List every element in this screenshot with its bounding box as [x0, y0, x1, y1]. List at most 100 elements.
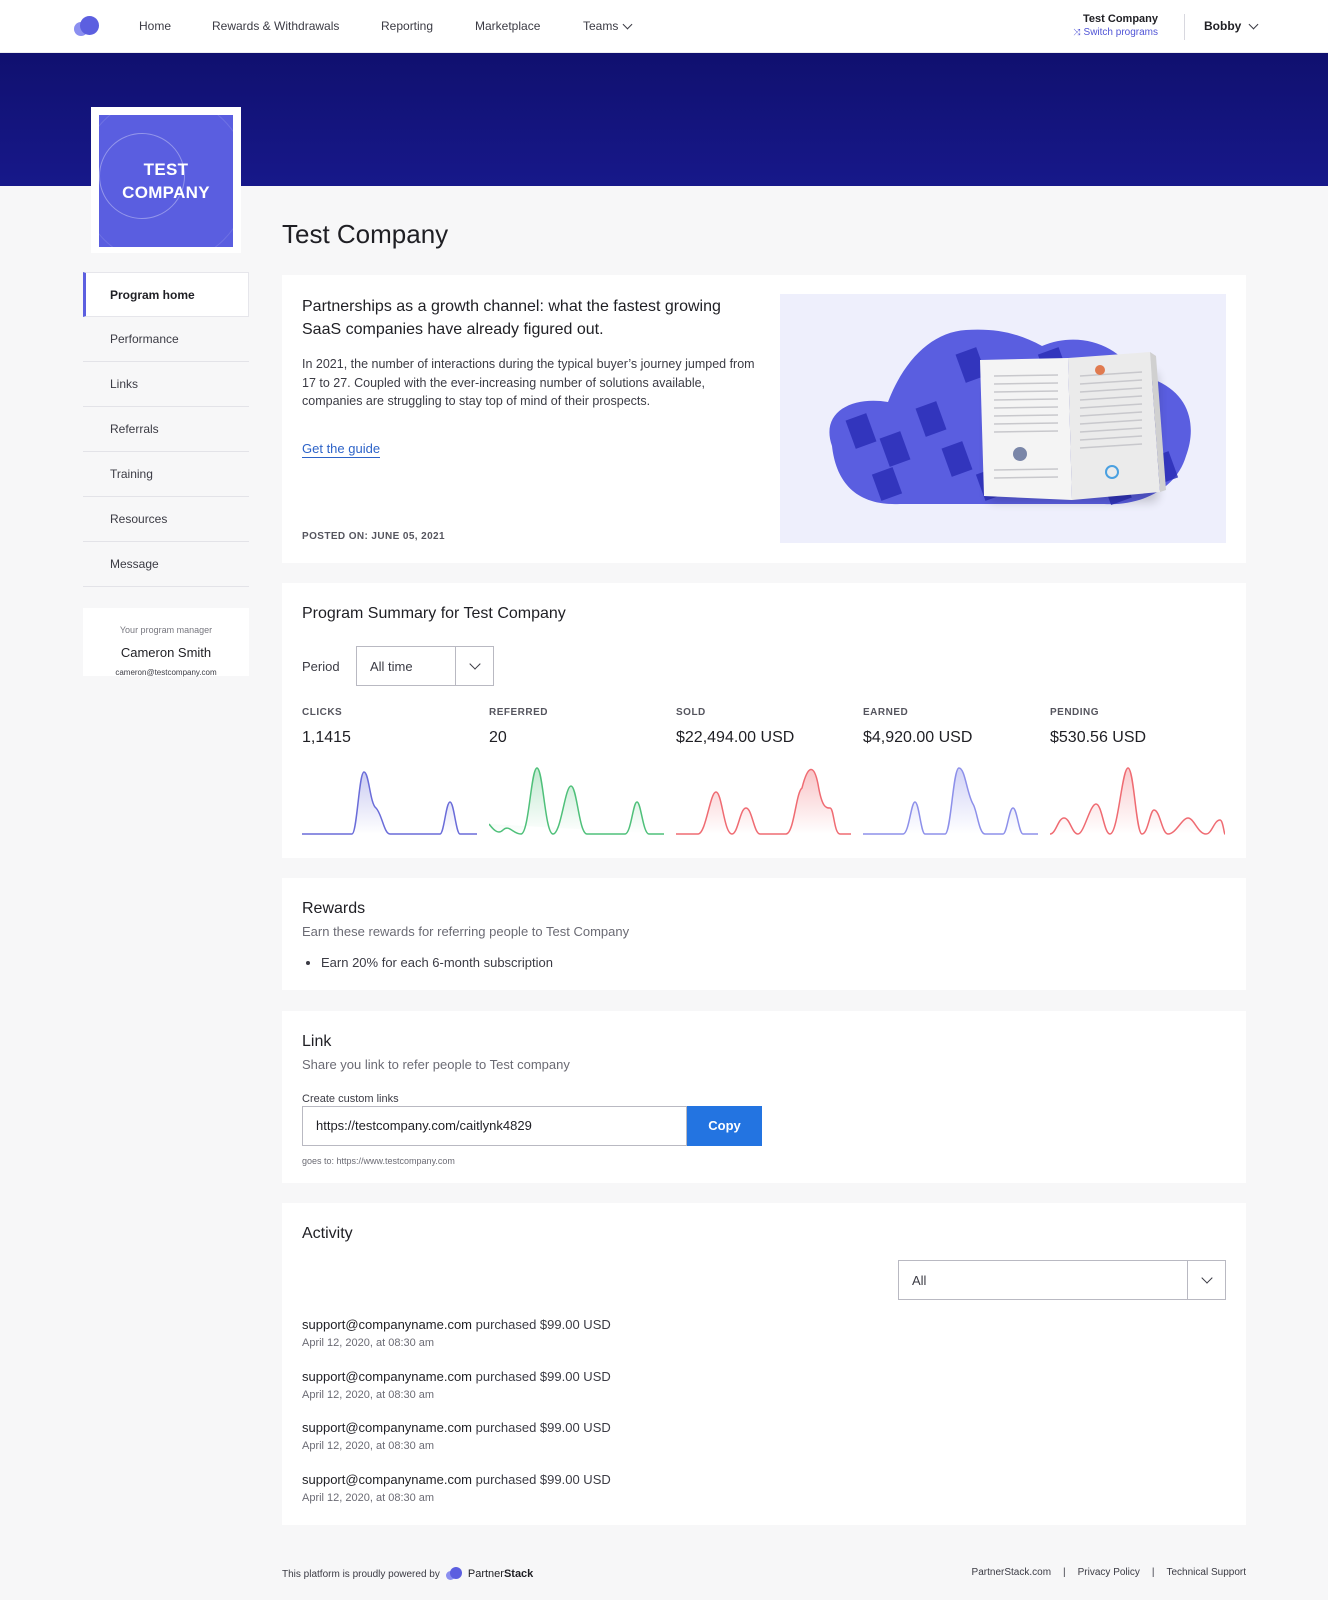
chevron-down-icon	[468, 658, 481, 670]
program-logo: TEST COMPANY	[99, 115, 233, 247]
guide-illustration	[780, 294, 1226, 543]
activity-timestamp: April 12, 2020, at 08:30 am	[302, 1492, 435, 1504]
referral-link-input[interactable]: https://testcompany.com/caitlynk4829	[302, 1106, 687, 1146]
rewards-list: Earn 20% for each 6-month subscription	[321, 955, 553, 970]
nav-teams-label: Teams	[583, 19, 619, 33]
partnerstack-logo-icon	[445, 1567, 462, 1581]
link-subtitle: Share you link to refer people to Test c…	[302, 1057, 570, 1072]
stat-value: $22,494.00 USD	[676, 729, 795, 746]
activity-user: support@companyname.com	[302, 1369, 472, 1384]
period-dropdown-button[interactable]	[455, 647, 493, 685]
nav-reporting[interactable]: Reporting	[381, 19, 433, 33]
stat-referred: REFERRED 20	[489, 707, 664, 747]
logo-text-line2: COMPANY	[122, 183, 210, 202]
stat-value: 20	[489, 729, 507, 746]
divider: |	[1063, 1567, 1066, 1578]
activity-filter-dropdown-button[interactable]	[1187, 1261, 1225, 1299]
divider: |	[1151, 1567, 1155, 1578]
stat-label: REFERRED	[489, 707, 549, 718]
nav-teams[interactable]: Teams	[583, 19, 633, 33]
activity-filter-select[interactable]: All	[898, 1260, 1226, 1300]
link-card: Link Share you link to refer people to T…	[282, 1011, 1246, 1183]
get-guide-link[interactable]: Get the guide	[302, 441, 381, 458]
activity-filter-value: All	[912, 1272, 927, 1288]
sidebar-item-message[interactable]: Message	[83, 542, 249, 587]
activity-user: support@companyname.com	[302, 1317, 472, 1332]
activity-timestamp: April 12, 2020, at 08:30 am	[302, 1389, 435, 1401]
sidebar-item-resources[interactable]: Resources	[83, 497, 249, 542]
manager-email[interactable]: cameron@testcompany.com	[83, 668, 249, 677]
program-summary-card: Program Summary for Test Company Period …	[282, 583, 1246, 858]
clicks-sparkline	[302, 771, 477, 835]
sidebar-item-training[interactable]: Training	[83, 452, 249, 497]
activity-card: Activity All support@companyname.com pur…	[282, 1203, 1246, 1525]
copy-button[interactable]: Copy	[687, 1106, 762, 1146]
footer-links: PartnerStack.com | Privacy Policy | Tech…	[972, 1567, 1246, 1578]
footer-powered-by: This platform is proudly powered by Part…	[282, 1567, 533, 1581]
nav-home[interactable]: Home	[139, 19, 171, 33]
stat-clicks: CLICKS 1,1415	[302, 707, 477, 747]
period-value: All time	[370, 658, 413, 674]
activity-item: support@companyname.com purchased $99.00…	[302, 1369, 611, 1401]
sidebar-item-referrals[interactable]: Referrals	[83, 407, 249, 452]
chevron-down-icon	[1200, 1272, 1213, 1284]
activity-user: support@companyname.com	[302, 1420, 472, 1435]
posted-date: POSTED ON: JUNE 05, 2021	[302, 531, 445, 542]
activity-item: support@companyname.com purchased $99.00…	[302, 1420, 611, 1452]
referred-sparkline	[489, 767, 664, 835]
sidebar-item-program-home[interactable]: Program home	[83, 272, 249, 317]
sidebar-item-performance[interactable]: Performance	[83, 317, 249, 362]
activity-user: support@companyname.com	[302, 1472, 472, 1487]
rewards-card: Rewards Earn these rewards for referring…	[282, 878, 1246, 990]
powered-by-text: This platform is proudly powered by	[282, 1568, 440, 1580]
program-logo-frame: TEST COMPANY	[91, 107, 241, 253]
guide-book-illustration	[829, 329, 1191, 505]
chevron-down-icon	[622, 19, 633, 29]
activity-action: purchased $99.00 USD	[472, 1317, 611, 1332]
rewards-title: Rewards	[302, 900, 366, 917]
stat-pending: PENDING $530.56 USD	[1050, 707, 1225, 747]
account-switcher[interactable]: Test Company ⤨ Switch programs	[1073, 13, 1158, 38]
footer-link-privacy[interactable]: Privacy Policy	[1078, 1567, 1140, 1578]
sidebar-item-links[interactable]: Links	[83, 362, 249, 407]
stat-value: $530.56 USD	[1050, 729, 1147, 746]
page-title: Test Company	[282, 219, 449, 249]
summary-title: Program Summary for Test Company	[302, 605, 566, 622]
divider	[1184, 14, 1185, 40]
switch-programs-link[interactable]: ⤨ Switch programs	[1073, 27, 1158, 38]
rewards-subtitle: Earn these rewards for referring people …	[302, 924, 630, 939]
stat-value: $4,920.00 USD	[863, 729, 973, 746]
nav-marketplace[interactable]: Marketplace	[475, 19, 540, 33]
activity-action: purchased $99.00 USD	[472, 1420, 611, 1435]
top-nav: Home Rewards & Withdrawals Reporting Mar…	[0, 0, 1328, 53]
footer-link-support[interactable]: Technical Support	[1167, 1567, 1247, 1578]
stat-label: CLICKS	[302, 707, 343, 718]
stat-earned: EARNED $4,920.00 USD	[863, 707, 1038, 747]
activity-action: purchased $99.00 USD	[472, 1369, 611, 1384]
manager-label: Your program manager	[119, 625, 213, 635]
switch-programs-label: Switch programs	[1083, 27, 1158, 38]
nav-rewards-withdrawals[interactable]: Rewards & Withdrawals	[212, 19, 339, 33]
account-name: Test Company	[1083, 13, 1158, 25]
activity-timestamp: April 12, 2020, at 08:30 am	[302, 1440, 435, 1452]
activity-item: support@companyname.com purchased $99.00…	[302, 1317, 611, 1349]
stat-value: 1,1415	[302, 729, 351, 746]
pending-sparkline	[1050, 767, 1225, 835]
earned-sparkline	[863, 767, 1038, 835]
shuffle-icon: ⤨	[1073, 27, 1081, 37]
feature-body: In 2021, the number of interactions duri…	[302, 357, 755, 408]
activity-timestamp: April 12, 2020, at 08:30 am	[302, 1337, 435, 1349]
program-sidebar: Program home Performance Links Referrals…	[83, 272, 249, 587]
footer-link-partnerstack[interactable]: PartnerStack.com	[972, 1567, 1051, 1578]
reward-item: Earn 20% for each 6-month subscription	[321, 955, 553, 970]
feature-title: Partnerships as a growth channel: what t…	[302, 298, 721, 338]
logo-text-line1: TEST	[143, 160, 189, 179]
stat-label: PENDING	[1050, 707, 1100, 718]
period-select[interactable]: All time	[356, 646, 494, 686]
period-label: Period	[302, 659, 340, 674]
partnerstack-logo-icon[interactable]	[74, 15, 100, 39]
activity-title: Activity	[302, 1225, 353, 1242]
partnerstack-wordmark[interactable]: PartnerStack	[468, 1568, 533, 1580]
stat-sold: SOLD $22,494.00 USD	[676, 707, 851, 747]
user-menu[interactable]: Bobby	[1204, 19, 1259, 33]
